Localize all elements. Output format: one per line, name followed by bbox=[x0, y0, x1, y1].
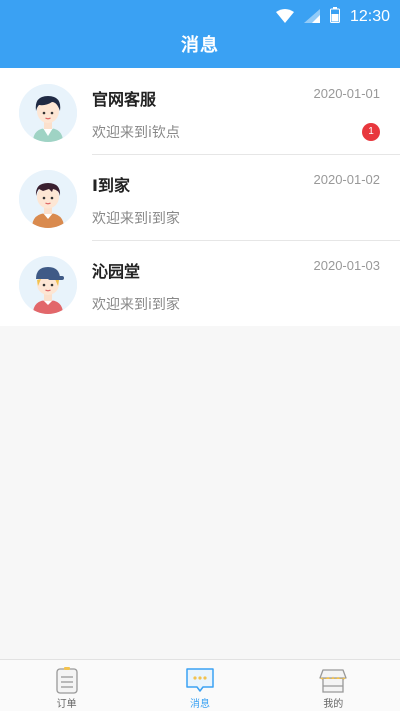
message-item[interactable]: I到家 2020-01-02 欢迎来到i到家 bbox=[0, 154, 400, 240]
message-sender: 沁园堂 bbox=[92, 262, 141, 281]
bottom-tab-bar: 订单 消息 我的 bbox=[0, 659, 400, 711]
avatar-boy-cap-icon bbox=[19, 256, 77, 314]
message-sender: I到家 bbox=[92, 176, 130, 195]
page-title: 消息 bbox=[181, 35, 219, 56]
avatar-boy-icon bbox=[19, 84, 77, 142]
tab-orders[interactable]: 订单 bbox=[0, 660, 133, 711]
tab-mine[interactable]: 我的 bbox=[267, 660, 400, 711]
tab-label: 订单 bbox=[56, 699, 77, 710]
shop-icon bbox=[318, 666, 348, 694]
unread-badge: 1 bbox=[362, 123, 380, 141]
message-sender: 官网客服 bbox=[92, 90, 157, 109]
tab-messages[interactable]: 消息 bbox=[133, 660, 266, 711]
message-icon bbox=[185, 666, 215, 694]
message-date: 2020-01-02 bbox=[313, 172, 381, 187]
message-date: 2020-01-01 bbox=[313, 86, 381, 101]
status-bar: 12:30 bbox=[0, 0, 400, 34]
message-preview: 欢迎来到i到家 bbox=[92, 297, 180, 313]
status-time: 12:30 bbox=[349, 8, 390, 25]
tab-label: 我的 bbox=[323, 699, 344, 710]
message-list: 官网客服 2020-01-01 欢迎来到i钦点 1 I到家 2020-01-02… bbox=[0, 68, 400, 326]
message-item[interactable]: 官网客服 2020-01-01 欢迎来到i钦点 1 bbox=[0, 68, 400, 154]
tab-label: 消息 bbox=[189, 699, 210, 710]
order-icon bbox=[52, 666, 82, 694]
cellular-signal-icon bbox=[303, 8, 320, 27]
message-preview: 欢迎来到i钦点 bbox=[92, 125, 180, 141]
wifi-icon bbox=[275, 8, 294, 27]
avatar-boy-orange-icon bbox=[19, 170, 77, 228]
message-date: 2020-01-03 bbox=[313, 258, 381, 273]
message-item[interactable]: 沁园堂 2020-01-03 欢迎来到i到家 bbox=[0, 240, 400, 326]
app-header: 12:30 消息 bbox=[0, 0, 400, 68]
battery-icon bbox=[329, 7, 340, 27]
message-preview: 欢迎来到i到家 bbox=[92, 211, 180, 227]
